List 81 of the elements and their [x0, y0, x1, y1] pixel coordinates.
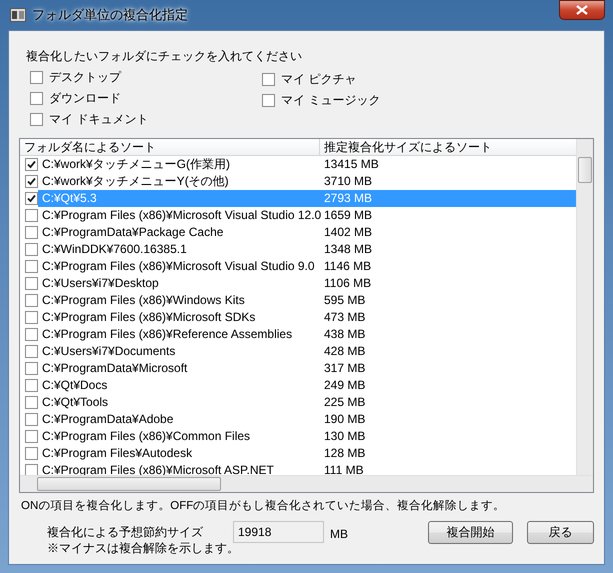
app-icon: [10, 8, 26, 22]
folder-path[interactable]: C:¥Program Files (x86)¥Microsoft Visual Studio 9.0: [38, 258, 320, 275]
size-cell-text: 190 MB: [323, 411, 366, 428]
close-button[interactable]: [559, 0, 605, 20]
checkbox[interactable]: [25, 362, 38, 375]
horizontal-scrollbar[interactable]: [20, 475, 593, 492]
size-cell-text: 3710 MB: [323, 173, 374, 190]
column-header[interactable]: 推定複合化サイズによるソート: [320, 139, 577, 155]
size-cell-text: 1348 MB: [323, 241, 374, 258]
size-cell-text: 130 MB: [323, 428, 366, 445]
checkbox[interactable]: [25, 447, 38, 460]
option-label: マイ ミュージック: [281, 92, 380, 108]
folder-path[interactable]: C:¥work¥タッチメニューG(作業用): [38, 156, 320, 173]
size-cell-text: 249 MB: [323, 377, 366, 394]
folder-path[interactable]: C:¥Qt¥Tools: [38, 394, 320, 411]
folder-path[interactable]: C:¥WinDDK¥7600.16385.1: [38, 241, 320, 258]
size-cell-text: 1402 MB: [323, 224, 374, 241]
checkbox[interactable]: [25, 226, 38, 239]
size-cell: 2793 MB: [320, 190, 577, 207]
size-cell-text: 438 MB: [323, 326, 366, 343]
vertical-scrollbar[interactable]: [576, 139, 593, 475]
savings-field[interactable]: 19918: [233, 521, 324, 543]
size-cell-text: 1106 MB: [323, 275, 372, 292]
option-label: マイ ドキュメント: [49, 110, 148, 128]
folder-path[interactable]: C:¥Program Files (x86)¥Microsoft ASP.NET: [38, 462, 320, 479]
column-header[interactable]: フォルダ名によるソート: [20, 139, 320, 155]
folder-path[interactable]: C:¥Program Files¥Autodesk: [38, 445, 320, 462]
folder-path[interactable]: C:¥Users¥i7¥Desktop: [38, 275, 320, 292]
checkbox[interactable]: [30, 70, 43, 84]
checkbox[interactable]: [25, 294, 38, 307]
folder-path[interactable]: C:¥Qt¥Docs: [38, 377, 320, 394]
folder-path[interactable]: C:¥ProgramData¥Package Cache: [38, 224, 320, 241]
folder-path[interactable]: C:¥ProgramData¥Adobe: [38, 411, 320, 428]
folder-path[interactable]: C:¥Program Files (x86)¥Reference Assemblies: [38, 326, 320, 343]
checkbox[interactable]: [25, 379, 38, 392]
close-icon: [576, 5, 588, 15]
checkbox[interactable]: [25, 209, 38, 222]
option-label: マイ ピクチャ: [281, 70, 356, 88]
start-button[interactable]: 複合開始: [428, 521, 514, 544]
back-button[interactable]: 戻る: [527, 521, 594, 544]
checkbox[interactable]: [25, 345, 38, 358]
checkbox[interactable]: [25, 413, 38, 426]
folder-path[interactable]: C:¥Program Files (x86)¥Common Files: [38, 428, 320, 445]
option-label: デスクトップ: [49, 68, 121, 86]
note-text: ONの項目を複合化します。OFFの項目がもし複合化されていた場合、複合化解除します。: [21, 498, 506, 513]
checkbox[interactable]: [30, 92, 43, 104]
folder-path[interactable]: C:¥Program Files (x86)¥Microsoft Visual Studio 12.0: [38, 207, 320, 224]
checkbox[interactable]: [25, 311, 38, 324]
window-title: フォルダ単位の複合化指定: [32, 6, 188, 24]
checkbox[interactable]: [25, 430, 38, 443]
size-cell-text: 1659 MB: [323, 207, 374, 224]
folder-path[interactable]: C:¥Program Files (x86)¥Windows Kits: [38, 292, 320, 309]
checkbox[interactable]: [25, 260, 38, 273]
size-cell-text: 595 MB: [323, 292, 366, 309]
size-cell-text: 428 MB: [323, 343, 366, 360]
checkbox[interactable]: [25, 158, 38, 171]
checkbox[interactable]: [25, 277, 38, 290]
checkbox[interactable]: [25, 243, 38, 256]
checkbox[interactable]: [30, 112, 43, 126]
checkbox[interactable]: [25, 175, 38, 188]
size-cell-text: 225 MB: [323, 394, 366, 411]
folder-path[interactable]: C:¥ProgramData¥Microsoft: [38, 360, 320, 377]
option-label: ダウンロード: [49, 90, 121, 106]
checkbox[interactable]: [25, 396, 38, 409]
size-cell-text: 473 MB: [323, 309, 366, 326]
folder-path[interactable]: C:¥Users¥i7¥Documents: [38, 343, 320, 360]
folder-path[interactable]: C:¥work¥タッチメニューY(その他): [38, 173, 320, 190]
size-cell-text: 13415 MB: [323, 156, 380, 173]
instruction-text: 複合化したいフォルダにチェックを入れてください: [26, 48, 303, 65]
size-cell-text: 111 MB: [323, 462, 365, 479]
size-cell-text: 1146 MB: [323, 258, 372, 275]
folder-path[interactable]: C:¥Program Files (x86)¥Microsoft SDKs: [38, 309, 320, 326]
checkbox[interactable]: [262, 72, 275, 86]
checkbox[interactable]: [25, 192, 38, 205]
checkbox[interactable]: [262, 94, 275, 106]
size-cell-text: 128 MB: [323, 445, 366, 462]
unit-label: MB: [330, 527, 348, 541]
remark-text: ※マイナスは複合解除を示します。: [47, 541, 233, 555]
savings-label: 複合化による予想節約サイズ: [47, 525, 204, 539]
size-cell-text: 317 MB: [323, 360, 366, 377]
checkbox[interactable]: [25, 328, 38, 341]
